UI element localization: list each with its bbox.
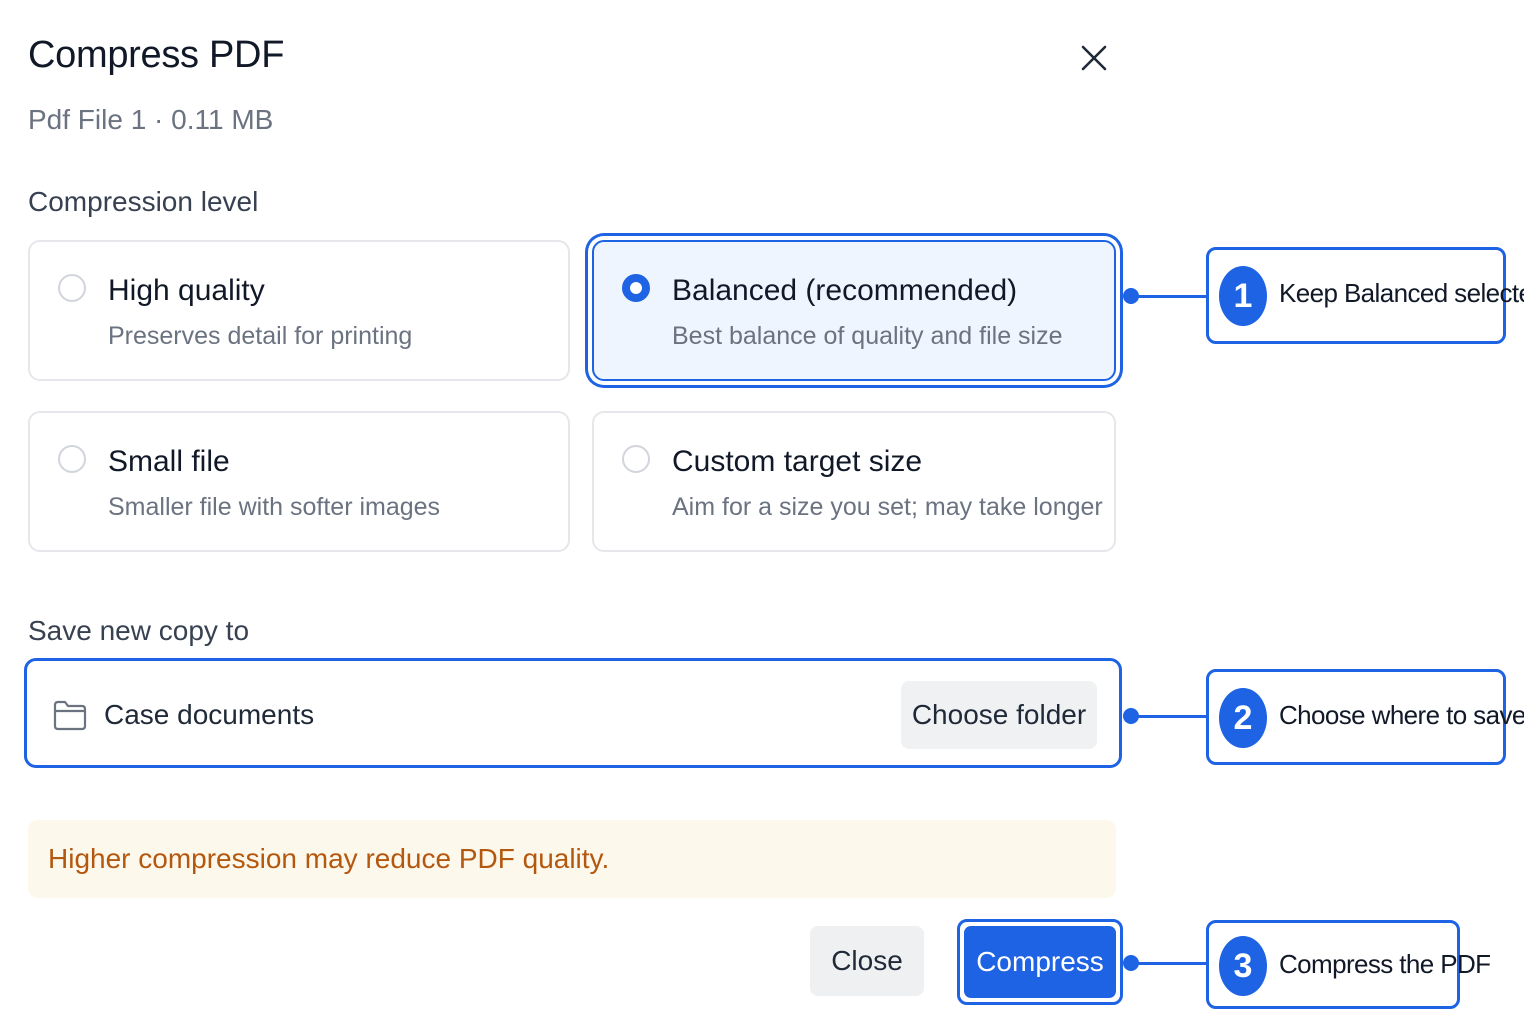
option-custom-target-size[interactable]: Custom target size Aim for a size you se…	[592, 411, 1116, 552]
callout-3: 3 Compress the PDF	[1206, 920, 1491, 1009]
folder-name: Case documents	[104, 699, 315, 730]
option-description: Best balance of quality and file size	[672, 322, 1063, 350]
radio-high-quality[interactable]	[58, 274, 86, 302]
callout-text: Choose where to save it	[1279, 700, 1524, 730]
step-badge: 3	[1219, 936, 1267, 996]
option-high-quality[interactable]: High quality Preserves detail for printi…	[28, 240, 570, 381]
callout-connector	[1131, 715, 1207, 718]
option-description: Preserves detail for printing	[108, 322, 413, 350]
callout-connector	[1131, 295, 1207, 298]
callout-text: Keep Balanced selected	[1279, 278, 1524, 308]
callout-1: 1 Keep Balanced selected	[1206, 247, 1524, 344]
compression-level-label: Compression level	[28, 186, 259, 217]
compress-pdf-dialog: Compress PDF Pdf File 1 · 0.11 MB Compre…	[0, 0, 1524, 1032]
callout-2: 2 Choose where to save it	[1206, 669, 1524, 765]
folder-icon	[53, 700, 87, 731]
choose-folder-button[interactable]: Choose folder	[901, 681, 1097, 749]
step-badge: 1	[1219, 266, 1267, 326]
step-badge: 2	[1219, 688, 1267, 748]
option-title: Small file	[108, 445, 230, 478]
quality-warning: Higher compression may reduce PDF qualit…	[28, 820, 1116, 898]
radio-small-file[interactable]	[58, 445, 86, 473]
radio-custom-target-size[interactable]	[622, 445, 650, 473]
close-button[interactable]: Close	[810, 926, 924, 996]
compress-button[interactable]: Compress	[964, 926, 1116, 998]
file-info: Pdf File 1 · 0.11 MB	[28, 104, 274, 135]
option-title: Custom target size	[672, 445, 923, 478]
callout-text: Compress the PDF	[1279, 949, 1491, 979]
option-title: Balanced (recommended)	[672, 274, 1018, 307]
callout-connector	[1131, 962, 1207, 965]
close-icon[interactable]	[1078, 42, 1110, 74]
radio-balanced[interactable]	[622, 274, 650, 302]
save-location-label: Save new copy to	[28, 615, 250, 646]
option-balanced[interactable]: Balanced (recommended) Best balance of q…	[592, 240, 1116, 381]
save-location-field[interactable]: Case documents Choose folder	[24, 658, 1122, 768]
option-small-file[interactable]: Small file Smaller file with softer imag…	[28, 411, 570, 552]
dialog-title: Compress PDF	[28, 34, 285, 76]
option-description: Aim for a size you set; may take longer	[672, 493, 1103, 521]
option-title: High quality	[108, 274, 265, 307]
option-description: Smaller file with softer images	[108, 493, 441, 521]
